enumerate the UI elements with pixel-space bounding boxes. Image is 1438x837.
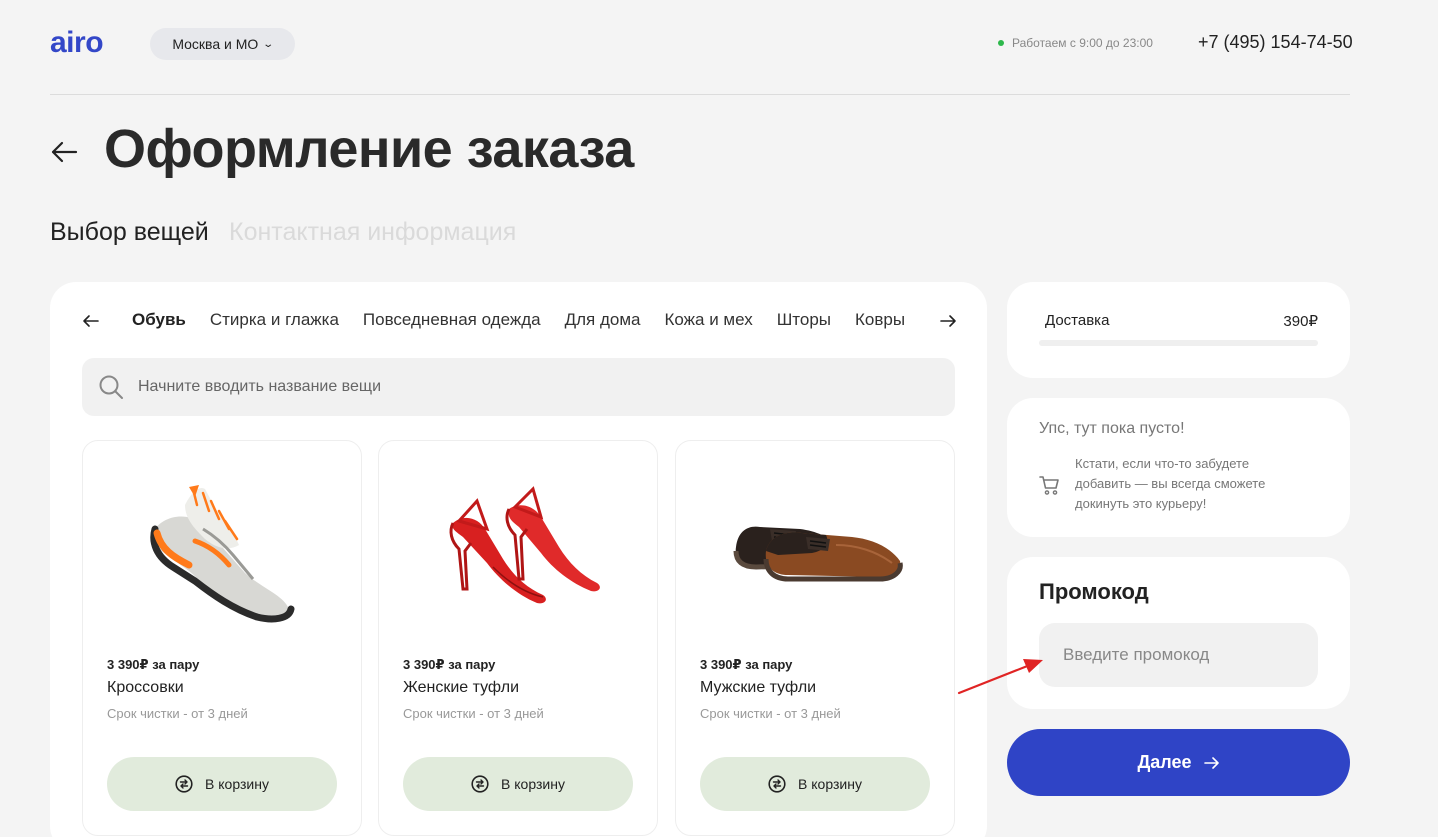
delivery-progress-bar <box>1039 340 1318 346</box>
step-contacts[interactable]: Контактная информация <box>229 218 516 247</box>
arrow-right-icon <box>1203 756 1219 769</box>
add-to-cart-button[interactable]: В корзину <box>403 757 633 811</box>
annotation-arrow-icon <box>957 659 1043 695</box>
status-dot-icon <box>998 40 1004 46</box>
add-to-cart-label: В корзину <box>501 776 565 792</box>
tab-carpets[interactable]: Ковры <box>855 310 905 330</box>
add-to-cart-button[interactable]: В корзину <box>700 757 930 811</box>
tab-casual[interactable]: Повседневная одежда <box>363 310 541 330</box>
catalog-panel: Обувь Стирка и глажка Повседневная одежд… <box>50 282 987 837</box>
search-input[interactable] <box>138 378 918 396</box>
arrow-left-icon[interactable] <box>82 312 100 330</box>
tab-curtains[interactable]: Шторы <box>777 310 831 330</box>
cart-icon <box>1039 476 1059 495</box>
swap-circle-icon <box>471 775 489 793</box>
category-tabs: Обувь Стирка и глажка Повседневная одежд… <box>82 310 957 332</box>
tab-shoes[interactable]: Обувь <box>132 310 186 330</box>
add-to-cart-label: В корзину <box>798 776 862 792</box>
next-label: Далее <box>1137 752 1192 772</box>
arrow-right-icon[interactable] <box>939 312 957 330</box>
men-oxfords-image <box>733 526 903 582</box>
tabs-track: Обувь Стирка и глажка Повседневная одежд… <box>132 310 929 330</box>
swap-circle-icon <box>175 775 193 793</box>
back-arrow-icon[interactable] <box>50 136 78 168</box>
tab-laundry[interactable]: Стирка и глажка <box>210 310 339 330</box>
delivery-summary: Доставка 390₽ <box>1007 282 1350 378</box>
tab-home[interactable]: Для дома <box>565 310 641 330</box>
delivery-price: 390₽ <box>1283 313 1318 330</box>
next-button[interactable]: Далее <box>1007 729 1350 796</box>
product-card[interactable]: 3 390₽ за пару Кроссовки Срок чистки - о… <box>82 440 362 836</box>
product-price: 3 390₽ за пару <box>107 657 200 672</box>
city-label: Москва и МО <box>172 36 259 52</box>
swap-circle-icon <box>768 775 786 793</box>
add-to-cart-button[interactable]: В корзину <box>107 757 337 811</box>
header-divider <box>50 94 1350 95</box>
product-term: Срок чистки - от 3 дней <box>403 706 544 721</box>
red-heels-image <box>449 486 600 604</box>
page-title: Оформление заказа <box>104 119 634 179</box>
promo-input[interactable] <box>1039 623 1318 687</box>
product-card[interactable]: 3 390₽ за пару Женские туфли Срок чистки… <box>378 440 658 836</box>
product-card[interactable]: 3 390₽ за пару Мужские туфли Срок чистки… <box>675 440 955 836</box>
phone-link[interactable]: +7 (495) 154-74-50 <box>1198 32 1353 53</box>
add-to-cart-label: В корзину <box>205 776 269 792</box>
promo-title: Промокод <box>1039 579 1149 604</box>
promo-card: Промокод <box>1007 557 1350 709</box>
search-field[interactable] <box>82 358 955 416</box>
tabs-viewport: Обувь Стирка и глажка Повседневная одежд… <box>132 310 929 332</box>
product-name: Мужские туфли <box>700 679 817 696</box>
product-name: Женские туфли <box>403 679 520 696</box>
empty-cart-title: Упс, тут пока пусто! <box>1039 420 1185 437</box>
delivery-label: Доставка <box>1045 312 1110 329</box>
step-items[interactable]: Выбор вещей <box>50 218 209 247</box>
product-price: 3 390₽ за пару <box>403 657 496 672</box>
product-term: Срок чистки - от 3 дней <box>700 706 841 721</box>
product-name: Кроссовки <box>107 679 184 696</box>
empty-cart-note: Кстати, если что-то забудете добавить — … <box>1075 456 1266 511</box>
empty-cart-card: Упс, тут пока пусто! Кстати, если что-то… <box>1007 398 1350 537</box>
search-icon <box>99 375 123 399</box>
tab-leather[interactable]: Кожа и мех <box>664 310 752 330</box>
product-term: Срок чистки - от 3 дней <box>107 706 248 721</box>
hours-text: Работаем с 9:00 до 23:00 <box>1012 36 1153 50</box>
sneaker-image <box>150 485 295 623</box>
chevron-down-icon: ⌄ <box>262 38 275 50</box>
product-price: 3 390₽ за пару <box>700 657 793 672</box>
logo[interactable]: airo <box>50 26 104 60</box>
working-hours: Работаем с 9:00 до 23:00 <box>998 36 1153 50</box>
city-selector[interactable]: Москва и МО ⌄ <box>150 28 295 60</box>
